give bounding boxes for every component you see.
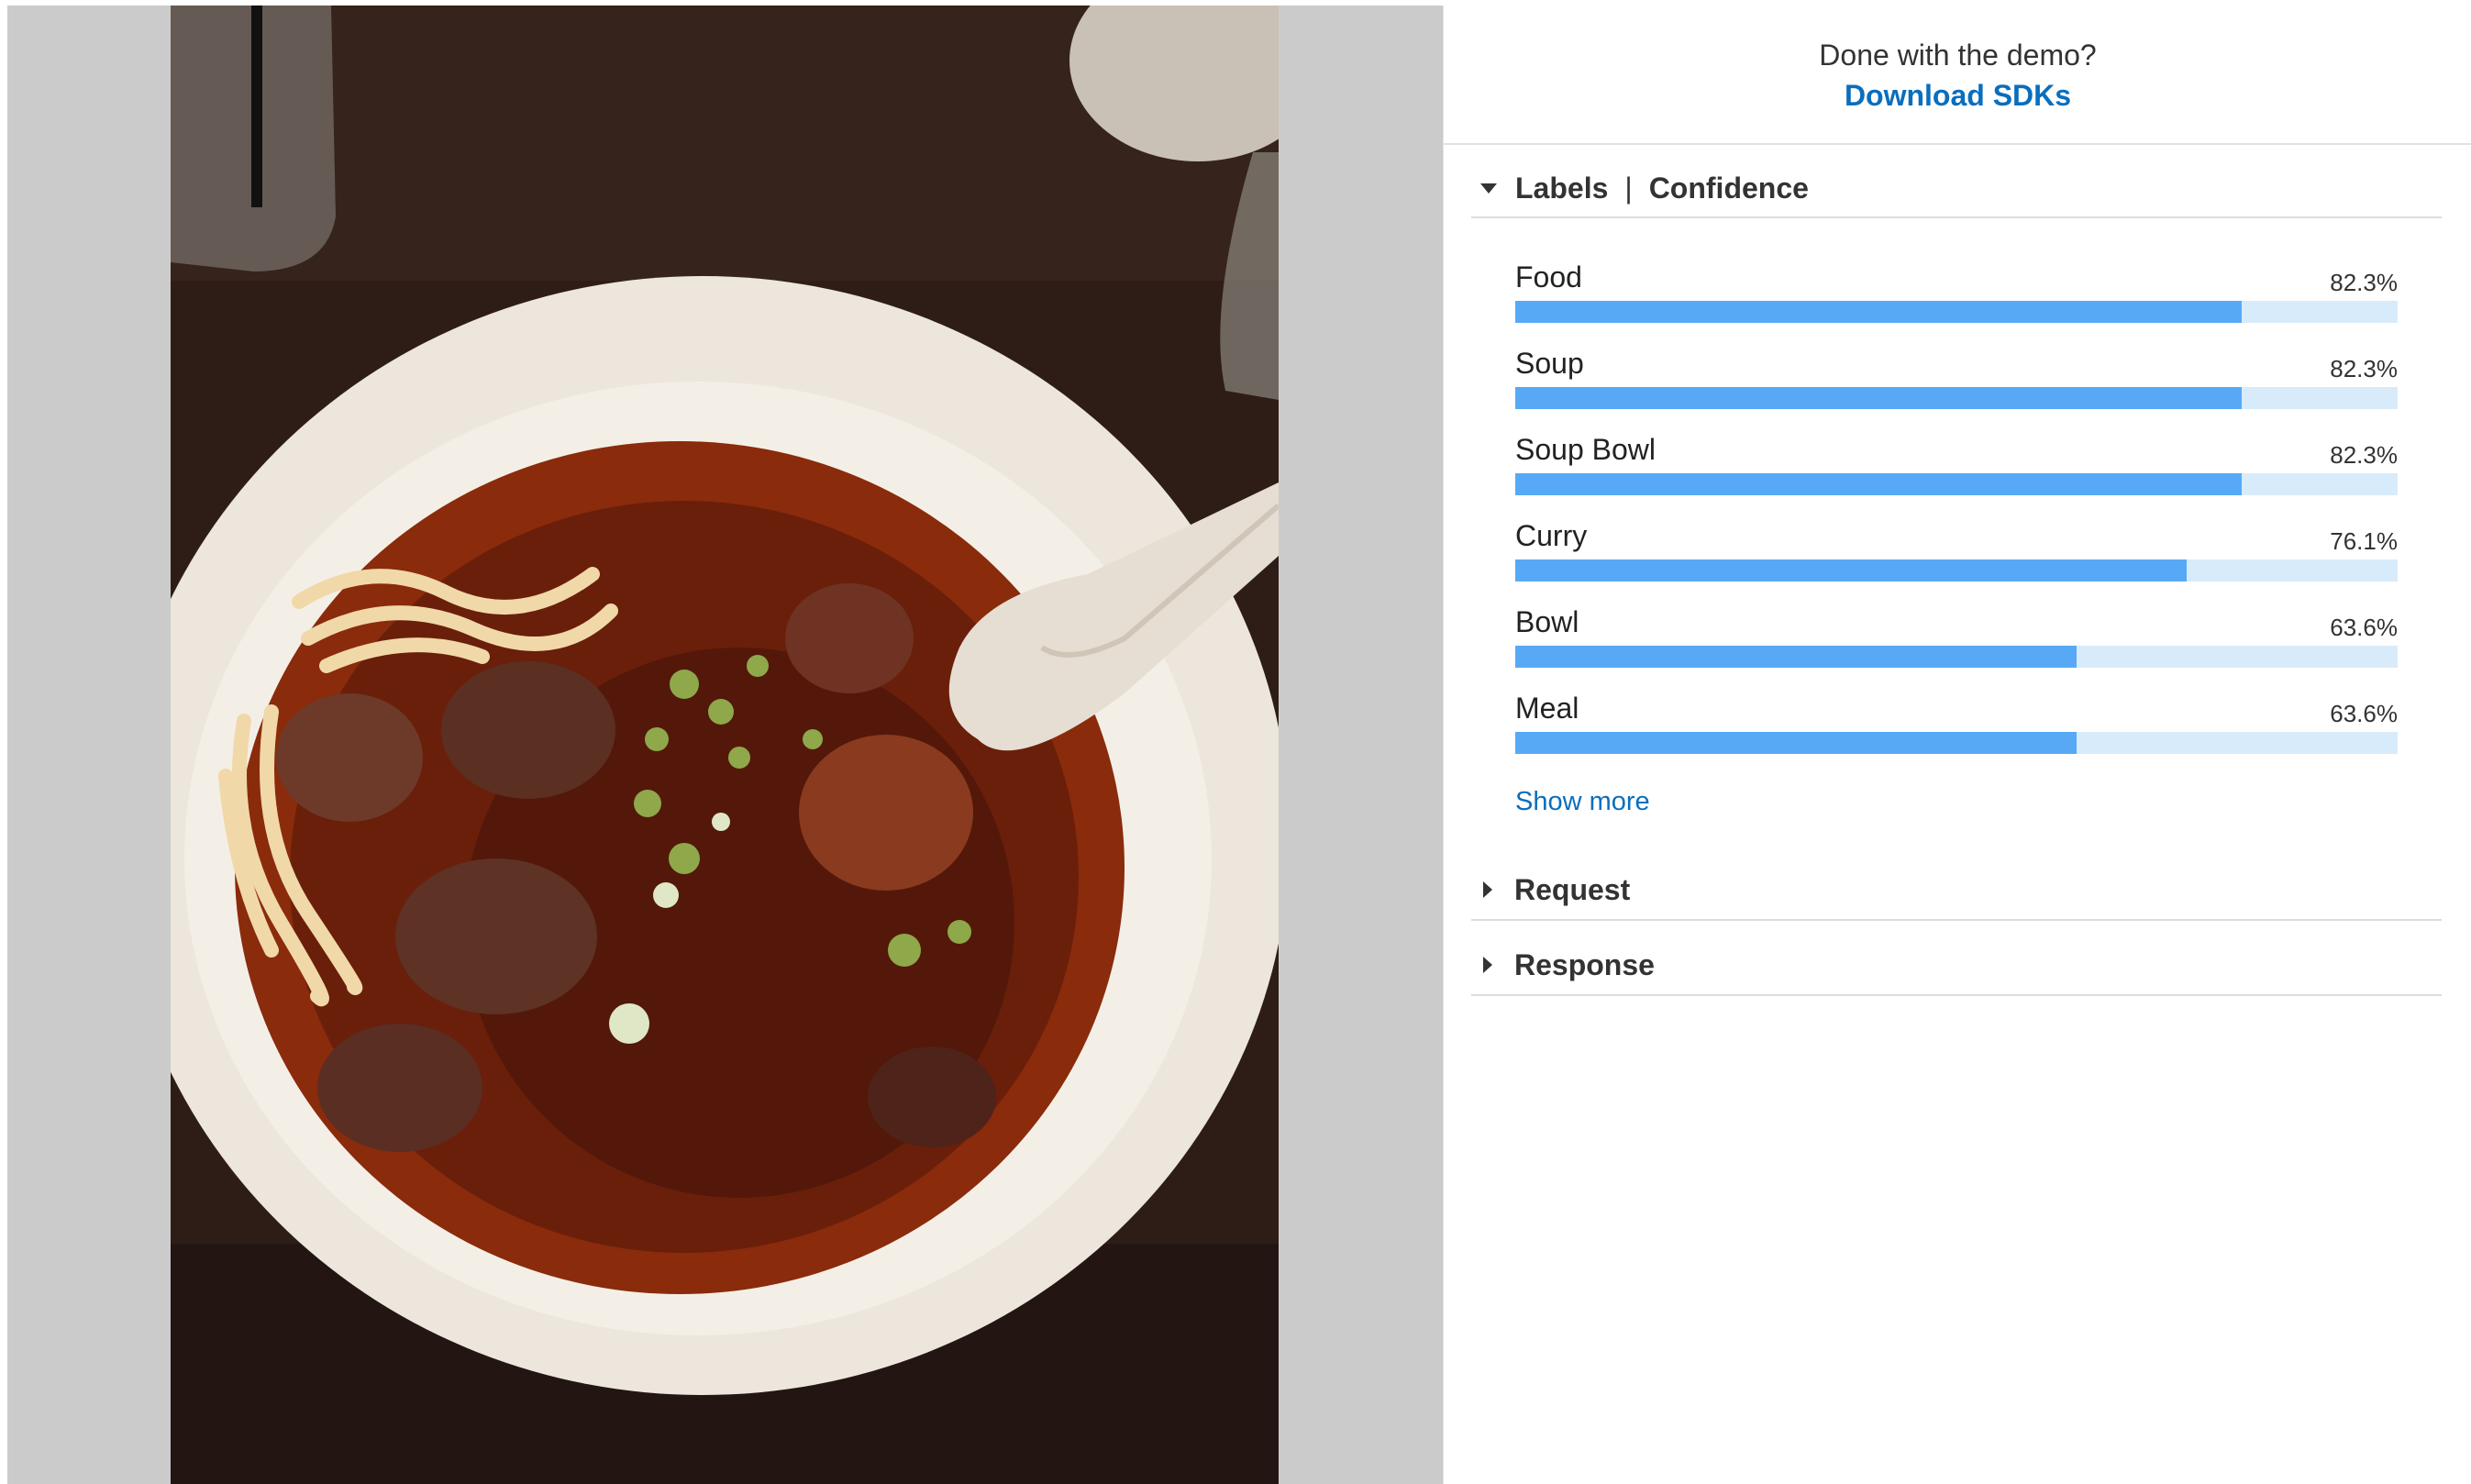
caret-right-icon — [1483, 957, 1492, 973]
labels-section-header[interactable]: Labels | Confidence — [1471, 160, 2442, 218]
response-header-title: Response — [1514, 947, 1655, 981]
confidence-bar-track — [1515, 301, 2398, 323]
label-name: Soup — [1515, 347, 1584, 380]
response-section-header[interactable]: Response — [1471, 936, 2442, 996]
confidence-bar-fill — [1515, 301, 2242, 323]
confidence-bar-track — [1515, 473, 2398, 495]
confidence-bar-track — [1515, 646, 2398, 668]
label-confidence: 76.1% — [2330, 527, 2398, 555]
label-results-list: Food 82.3% Soup 82.3% Soup Bowl 82.3% Cu… — [1515, 253, 2398, 770]
label-confidence: 82.3% — [2330, 441, 2398, 469]
confidence-bar-track — [1515, 387, 2398, 409]
label-result-item: Meal 63.6% — [1515, 684, 2398, 770]
label-result-item: Bowl 63.6% — [1515, 598, 2398, 684]
confidence-bar-fill — [1515, 387, 2242, 409]
results-panel: Done with the demo? Download SDKs Labels… — [1443, 6, 2471, 1484]
label-name: Food — [1515, 260, 1582, 293]
image-preview-panel — [7, 6, 1443, 1484]
label-confidence: 82.3% — [2330, 269, 2398, 296]
analyzed-photo — [171, 6, 1279, 1484]
caret-right-icon — [1483, 881, 1492, 898]
show-more-link[interactable]: Show more — [1515, 787, 1650, 817]
confidence-bar-track — [1515, 559, 2398, 581]
confidence-bar-fill — [1515, 732, 2077, 754]
label-confidence: 82.3% — [2330, 355, 2398, 382]
confidence-bar-fill — [1515, 473, 2242, 495]
label-name: Soup Bowl — [1515, 433, 1656, 466]
confidence-bar-track — [1515, 732, 2398, 754]
label-result-item: Soup Bowl 82.3% — [1515, 426, 2398, 512]
label-name: Curry — [1515, 519, 1588, 552]
confidence-bar-fill — [1515, 646, 2077, 668]
label-name: Bowl — [1515, 605, 1579, 638]
label-result-item: Curry 76.1% — [1515, 512, 2398, 598]
labels-header-title: Labels — [1515, 171, 1609, 205]
download-sdks-link[interactable]: Download SDKs — [1444, 77, 2471, 114]
confidence-bar-fill — [1515, 559, 2188, 581]
header-separator: | — [1624, 171, 1633, 205]
label-result-item: Food 82.3% — [1515, 253, 2398, 339]
demo-complete-box: Done with the demo? Download SDKs — [1444, 6, 2471, 145]
label-confidence: 63.6% — [2330, 614, 2398, 641]
confidence-header-title: Confidence — [1648, 171, 1809, 205]
caret-down-icon — [1480, 183, 1497, 194]
label-confidence: 63.6% — [2330, 700, 2398, 727]
label-result-item: Soup 82.3% — [1515, 339, 2398, 426]
request-section-header[interactable]: Request — [1471, 860, 2442, 921]
request-header-title: Request — [1514, 872, 1631, 906]
label-name: Meal — [1515, 692, 1579, 725]
demo-complete-text: Done with the demo? — [1819, 39, 2097, 72]
